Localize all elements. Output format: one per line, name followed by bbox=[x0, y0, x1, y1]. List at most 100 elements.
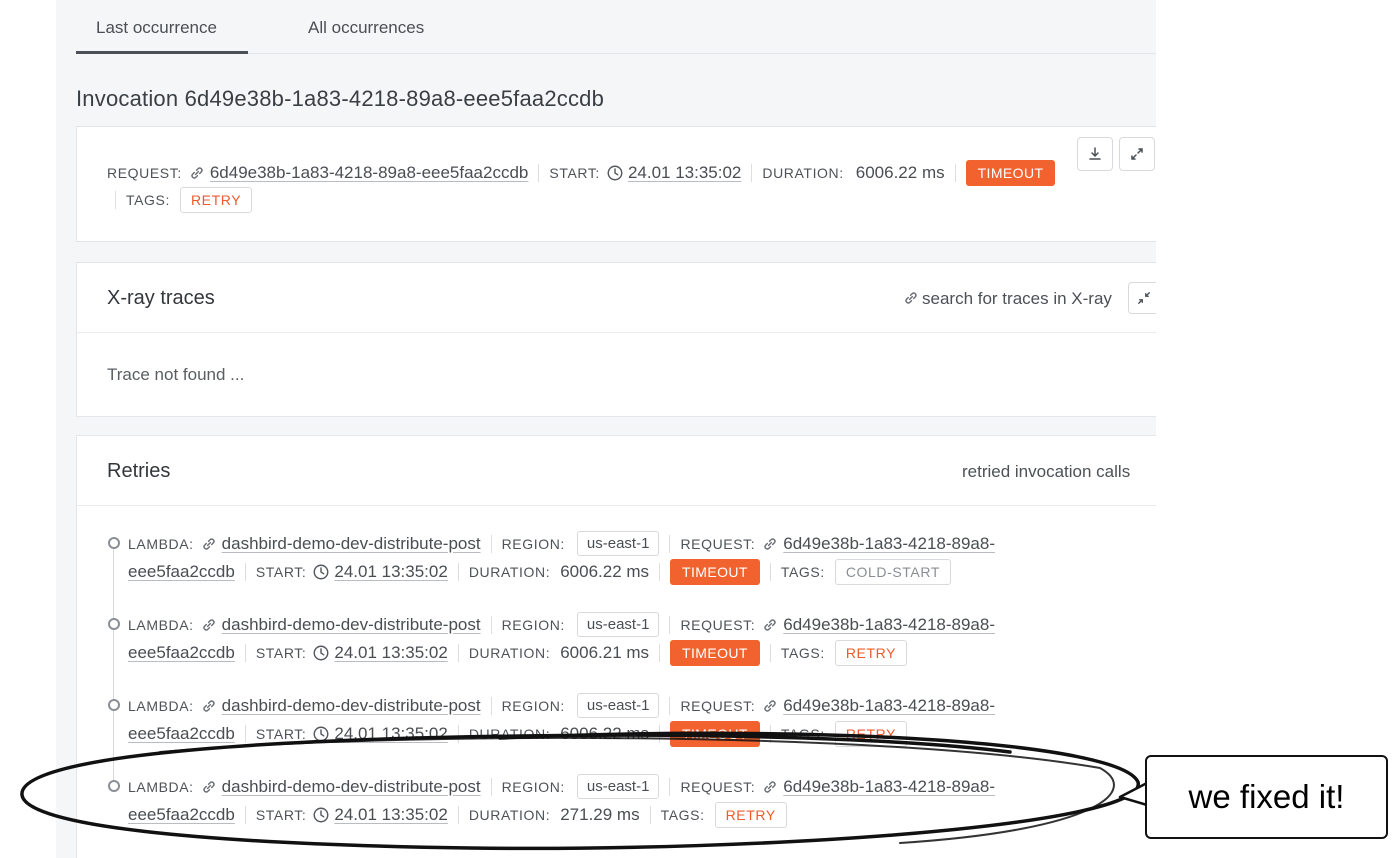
divider bbox=[490, 615, 492, 634]
start-time-link[interactable]: 24.01 13:35:02 bbox=[334, 562, 447, 582]
occurrence-tabs: Last occurrence All occurrences bbox=[76, 0, 1156, 54]
request-label: REQUEST: bbox=[680, 697, 756, 714]
divider bbox=[490, 777, 492, 796]
xray-traces-card: X-ray traces search for traces in X-ray … bbox=[76, 262, 1156, 417]
request-id-link[interactable]: 6d49e38b-1a83-4218-89a8- bbox=[783, 777, 995, 797]
start-label: START: bbox=[255, 564, 307, 580]
request-id-link-cont[interactable]: eee5faa2ccdb bbox=[128, 805, 235, 825]
xray-search-link[interactable]: search for traces in X-ray bbox=[902, 289, 1112, 309]
trace-empty-message: Trace not found ... bbox=[107, 365, 245, 384]
request-id-link[interactable]: 6d49e38b-1a83-4218-89a8- bbox=[783, 615, 995, 635]
duration-value: 6006.21 ms bbox=[560, 643, 650, 662]
clock-icon bbox=[313, 645, 329, 661]
divider bbox=[244, 563, 246, 581]
region-label: REGION: bbox=[501, 697, 565, 714]
tag-badge: RETRY bbox=[834, 640, 908, 666]
collapse-button[interactable] bbox=[1128, 282, 1156, 314]
divider bbox=[659, 725, 661, 743]
start-time-link[interactable]: 24.01 13:35:02 bbox=[334, 724, 447, 744]
lambda-link[interactable]: dashbird-demo-dev-distribute-post bbox=[222, 534, 481, 554]
invocation-title: Invocation 6d49e38b-1a83-4218-89a8-eee5f… bbox=[76, 86, 605, 111]
clock-icon bbox=[313, 726, 329, 742]
link-icon bbox=[764, 699, 776, 712]
lambda-label: LAMBDA: bbox=[128, 616, 194, 633]
request-id-link-cont[interactable]: eee5faa2ccdb bbox=[128, 562, 235, 582]
expand-icon bbox=[1138, 292, 1150, 304]
request-id-link-cont[interactable]: eee5faa2ccdb bbox=[128, 643, 235, 663]
lambda-label: LAMBDA: bbox=[128, 778, 194, 795]
duration-value: 6006.22 ms bbox=[855, 163, 945, 182]
divider bbox=[115, 191, 116, 209]
duration-label: DURATION: bbox=[762, 165, 844, 181]
timeline-dot bbox=[108, 780, 120, 792]
status-badge: TIMEOUT bbox=[965, 160, 1056, 186]
start-time-link[interactable]: 24.01 13:35:02 bbox=[334, 805, 447, 825]
link-icon bbox=[764, 618, 776, 631]
request-id-link[interactable]: 6d49e38b-1a83-4218-89a8-eee5faa2ccdb bbox=[210, 163, 529, 183]
retry-row-line1: LAMBDA: dashbird-demo-dev-distribute-post… bbox=[128, 531, 995, 556]
status-badge: TIMEOUT bbox=[670, 559, 760, 585]
retries-card-header: Retries retried invocation calls bbox=[77, 436, 1156, 506]
tags-label: TAGS: bbox=[780, 726, 825, 742]
divider bbox=[659, 644, 661, 662]
duration-value: 6006.22 ms bbox=[560, 562, 650, 581]
retry-row-line1: LAMBDA: dashbird-demo-dev-distribute-post… bbox=[128, 693, 995, 718]
fullscreen-button[interactable] bbox=[1119, 137, 1155, 171]
lambda-link[interactable]: dashbird-demo-dev-distribute-post bbox=[222, 696, 481, 716]
retries-subtitle: retried invocation calls bbox=[962, 462, 1131, 481]
link-icon bbox=[203, 618, 215, 631]
request-label: REQUEST: bbox=[680, 616, 756, 633]
divider bbox=[751, 164, 753, 182]
duration-value: 271.29 ms bbox=[560, 805, 640, 824]
request-id-link[interactable]: 6d49e38b-1a83-4218-89a8- bbox=[783, 696, 995, 716]
download-button[interactable] bbox=[1077, 137, 1113, 171]
request-label: REQUEST: bbox=[107, 165, 182, 181]
link-icon bbox=[191, 167, 203, 179]
lambda-link[interactable]: dashbird-demo-dev-distribute-post bbox=[222, 777, 481, 797]
divider bbox=[457, 563, 459, 581]
retry-row-line2: eee5faa2ccdb START: 24.01 13:35:02 DURATION… bbox=[128, 721, 908, 747]
link-icon bbox=[764, 780, 776, 793]
divider bbox=[244, 644, 246, 662]
region-badge: us-east-1 bbox=[576, 612, 660, 637]
start-label: START: bbox=[549, 165, 600, 181]
region-badge: us-east-1 bbox=[576, 693, 660, 718]
speech-bubble-text: we fixed it! bbox=[1188, 778, 1345, 815]
tab-last-occurrence[interactable]: Last occurrence bbox=[96, 18, 217, 38]
divider bbox=[769, 725, 771, 743]
start-time-link[interactable]: 24.01 13:35:02 bbox=[628, 163, 741, 183]
divider bbox=[669, 696, 671, 715]
divider bbox=[769, 644, 771, 662]
request-id-link[interactable]: 6d49e38b-1a83-4218-89a8- bbox=[783, 534, 995, 554]
app-panel: Last occurrence All occurrences Invocati… bbox=[56, 0, 1156, 858]
link-icon bbox=[905, 292, 917, 304]
region-label: REGION: bbox=[501, 535, 565, 552]
divider bbox=[649, 806, 651, 824]
link-icon bbox=[203, 537, 215, 550]
lambda-link[interactable]: dashbird-demo-dev-distribute-post bbox=[222, 615, 481, 635]
start-label: START: bbox=[255, 726, 307, 742]
divider bbox=[457, 806, 459, 824]
xray-card-header: X-ray traces search for traces in X-ray bbox=[77, 263, 1156, 333]
clock-icon bbox=[313, 564, 329, 580]
active-tab-indicator bbox=[76, 51, 248, 54]
divider bbox=[769, 563, 771, 581]
start-time-link[interactable]: 24.01 13:35:02 bbox=[334, 643, 447, 663]
duration-label: DURATION: bbox=[468, 645, 551, 661]
start-label: START: bbox=[255, 645, 307, 661]
start-label: START: bbox=[255, 807, 307, 823]
timeline-line bbox=[113, 540, 114, 790]
clock-icon bbox=[607, 165, 623, 181]
request-id-link-cont[interactable]: eee5faa2ccdb bbox=[128, 724, 235, 744]
tab-all-occurrences[interactable]: All occurrences bbox=[308, 18, 424, 38]
divider bbox=[538, 164, 540, 182]
tag-badge: RETRY bbox=[179, 187, 253, 213]
link-icon bbox=[203, 780, 215, 793]
tags-label: TAGS: bbox=[780, 564, 825, 580]
divider bbox=[954, 164, 956, 182]
retry-row-line1: LAMBDA: dashbird-demo-dev-distribute-post… bbox=[128, 774, 995, 799]
tags-label: TAGS: bbox=[660, 807, 705, 823]
status-badge: TIMEOUT bbox=[670, 640, 760, 666]
region-label: REGION: bbox=[501, 616, 565, 633]
xray-title: X-ray traces bbox=[107, 287, 215, 309]
